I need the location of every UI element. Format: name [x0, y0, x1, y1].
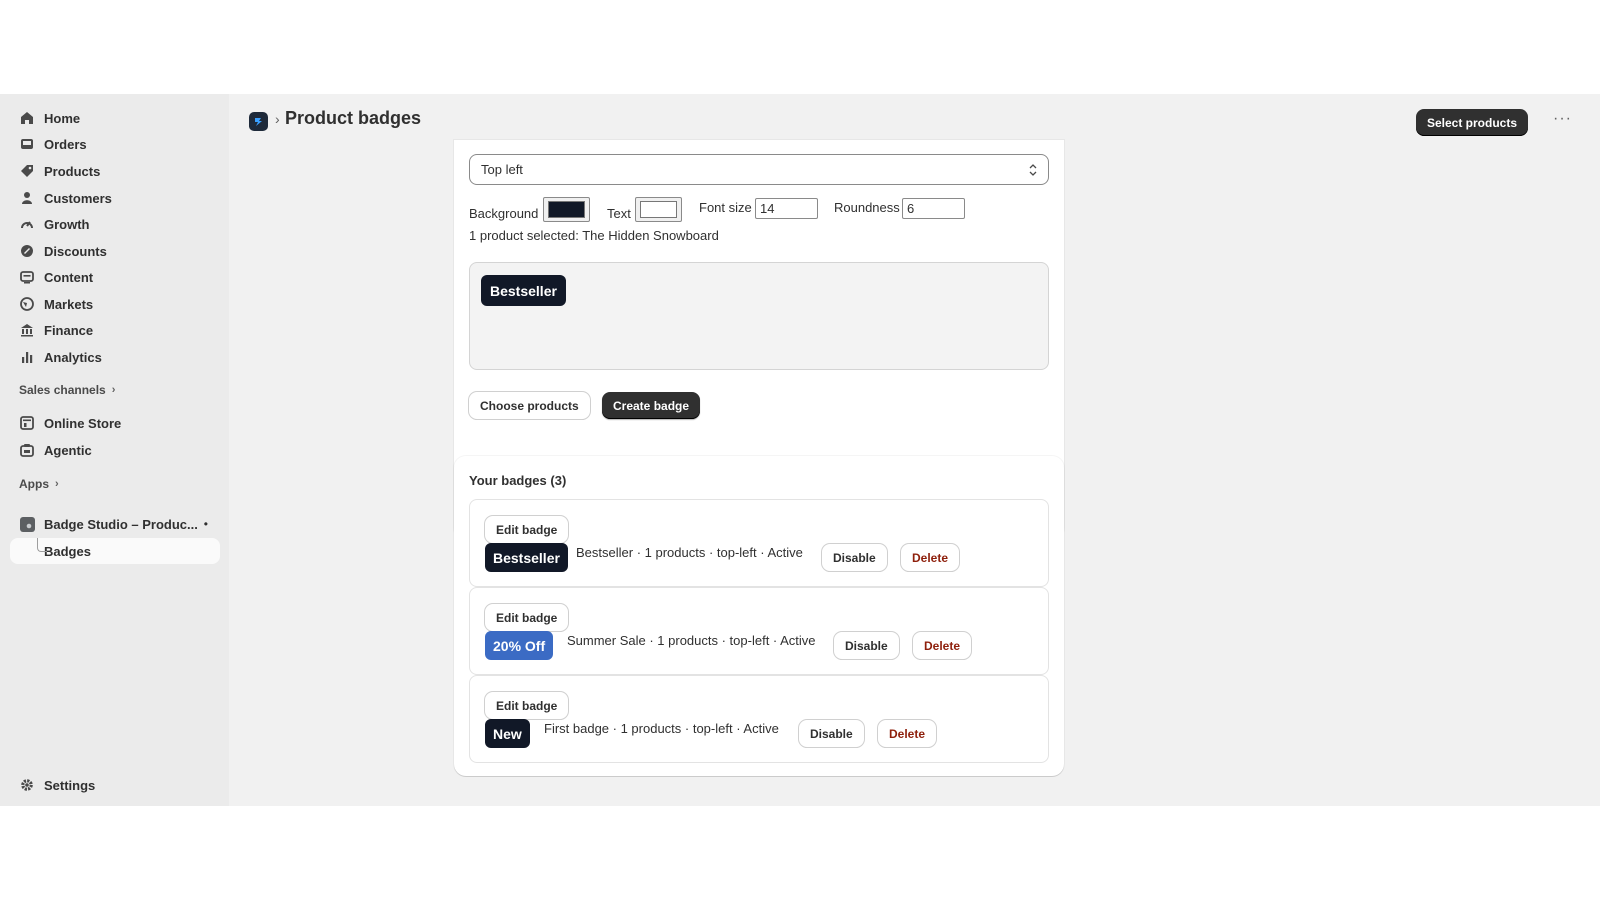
sidebar-item-settings[interactable]: Settings — [10, 772, 220, 798]
background-color-fill — [548, 201, 585, 218]
content-icon — [19, 269, 35, 285]
position-select[interactable]: Top left — [469, 154, 1049, 185]
sidebar-item-label: Online Store — [44, 415, 122, 431]
sidebar-item-label: Badges — [44, 543, 91, 559]
selected-products-note: 1 product selected: The Hidden Snowboard — [469, 228, 719, 243]
app-icon — [19, 516, 35, 532]
sidebar-item-label: Home — [44, 110, 81, 126]
create-badge-button[interactable]: Create badge — [602, 392, 701, 419]
background-label: Background — [469, 206, 539, 221]
sidebar: Home Orders Products Customers Growth Di… — [0, 94, 229, 806]
edit-badge-button[interactable]: Edit badge — [485, 604, 569, 631]
badge-pill: 20% Off — [485, 631, 554, 660]
sidebar-item-markets[interactable]: Markets — [10, 291, 220, 317]
inbox-icon — [19, 136, 35, 152]
sidebar-item-label: Finance — [44, 322, 94, 338]
apps-header[interactable]: Apps › — [19, 474, 59, 494]
badge-description: First badge · 1 products · top-left · Ac… — [544, 721, 779, 736]
sidebar-item-discounts[interactable]: Discounts — [10, 238, 220, 264]
badge-preview: Bestseller — [469, 262, 1049, 370]
disable-button[interactable]: Disable — [834, 632, 899, 659]
sidebar-item-label: Analytics — [44, 349, 102, 365]
app-status-dot: • — [203, 517, 208, 531]
sidebar-item-home[interactable]: Home — [10, 105, 220, 131]
sidebar-item-customers[interactable]: Customers — [10, 185, 220, 211]
chevron-right-icon: › — [111, 384, 116, 396]
page-title: Product badges — [285, 108, 422, 128]
edit-badge-button[interactable]: Edit badge — [485, 692, 569, 719]
home-icon — [19, 110, 35, 126]
text-color-picker[interactable] — [635, 197, 682, 222]
sidebar-item-growth[interactable]: Growth — [10, 211, 220, 237]
roundness-label: Roundness — [834, 200, 900, 215]
sales-channels-header[interactable]: Sales channels › — [19, 380, 115, 400]
agent-icon — [19, 442, 35, 458]
sidebar-item-label: Settings — [44, 777, 96, 793]
delete-button[interactable]: Delete — [913, 632, 972, 659]
globe-icon — [19, 296, 35, 312]
sidebar-item-label: Discounts — [44, 243, 107, 259]
apps-label: Apps — [19, 477, 49, 491]
more-actions-icon[interactable]: ··· — [1553, 110, 1572, 128]
tag-icon — [19, 163, 35, 179]
background-color-picker[interactable] — [543, 197, 590, 222]
gauge-icon — [19, 216, 35, 232]
sidebar-item-content[interactable]: Content — [10, 264, 220, 290]
bank-icon — [19, 322, 35, 338]
text-color-fill — [640, 201, 677, 218]
bar-chart-icon — [19, 349, 35, 365]
person-icon — [19, 190, 35, 206]
badges-list-title: Your badges (3) — [469, 473, 567, 488]
roundness-input[interactable]: 6 — [902, 198, 965, 219]
font-size-label: Font size — [699, 200, 752, 215]
font-size-input[interactable]: 14 — [755, 198, 818, 219]
preview-badge: Bestseller — [481, 275, 566, 306]
sidebar-item-label: Agentic — [44, 442, 92, 458]
edit-badge-button[interactable]: Edit badge — [485, 516, 569, 543]
sidebar-item-label: Customers — [44, 190, 112, 206]
badge-row: Edit badge New First badge · 1 products … — [469, 675, 1049, 763]
delete-button[interactable]: Delete — [878, 720, 937, 747]
sidebar-item-online-store[interactable]: Online Store — [10, 410, 220, 436]
badge-row: Edit badge Bestseller Bestseller · 1 pro… — [469, 499, 1049, 587]
sidebar-item-analytics[interactable]: Analytics — [10, 344, 220, 370]
sidebar-item-label: Products — [44, 163, 101, 179]
sidebar-item-finance[interactable]: Finance — [10, 317, 220, 343]
sidebar-item-label: Content — [44, 269, 94, 285]
disable-button[interactable]: Disable — [822, 544, 887, 571]
position-select-value: Top left — [481, 162, 523, 177]
delete-button[interactable]: Delete — [901, 544, 960, 571]
breadcrumb-separator: › — [275, 111, 280, 127]
sidebar-item-orders[interactable]: Orders — [10, 131, 220, 157]
badge-pill: Bestseller — [485, 543, 568, 572]
sidebar-item-products[interactable]: Products — [10, 158, 220, 184]
badge-row: Edit badge 20% Off Summer Sale · 1 produ… — [469, 587, 1049, 675]
sidebar-item-badges[interactable]: Badges — [10, 538, 220, 564]
sidebar-item-label: Badge Studio – Produc... — [44, 516, 198, 532]
select-arrows-icon — [1029, 164, 1037, 176]
sidebar-item-label: Orders — [44, 136, 87, 152]
your-badges-card: Your badges (3) Edit badge Bestseller Be… — [454, 456, 1064, 776]
gear-icon — [19, 777, 35, 793]
sidebar-item-label: Markets — [44, 296, 94, 312]
admin-frame: Home Orders Products Customers Growth Di… — [0, 94, 1600, 806]
sidebar-item-badge-studio[interactable]: Badge Studio – Produc... • — [10, 511, 220, 537]
badge-pill: New — [485, 719, 530, 748]
sales-channels-label: Sales channels — [19, 383, 106, 397]
badge-description: Summer Sale · 1 products · top-left · Ac… — [567, 633, 816, 648]
disable-button[interactable]: Disable — [799, 720, 864, 747]
text-color-label: Text — [607, 206, 631, 221]
chevron-right-icon: › — [55, 478, 59, 490]
select-products-button[interactable]: Select products — [1415, 109, 1528, 136]
app-logo-icon[interactable] — [249, 112, 268, 131]
badge-description: Bestseller · 1 products · top-left · Act… — [576, 545, 803, 560]
store-icon — [19, 415, 35, 431]
sidebar-item-agentic[interactable]: Agentic — [10, 437, 220, 463]
choose-products-button[interactable]: Choose products — [469, 392, 590, 419]
sidebar-item-label: Growth — [44, 216, 90, 232]
tree-connector — [37, 538, 47, 552]
discount-icon — [19, 243, 35, 259]
